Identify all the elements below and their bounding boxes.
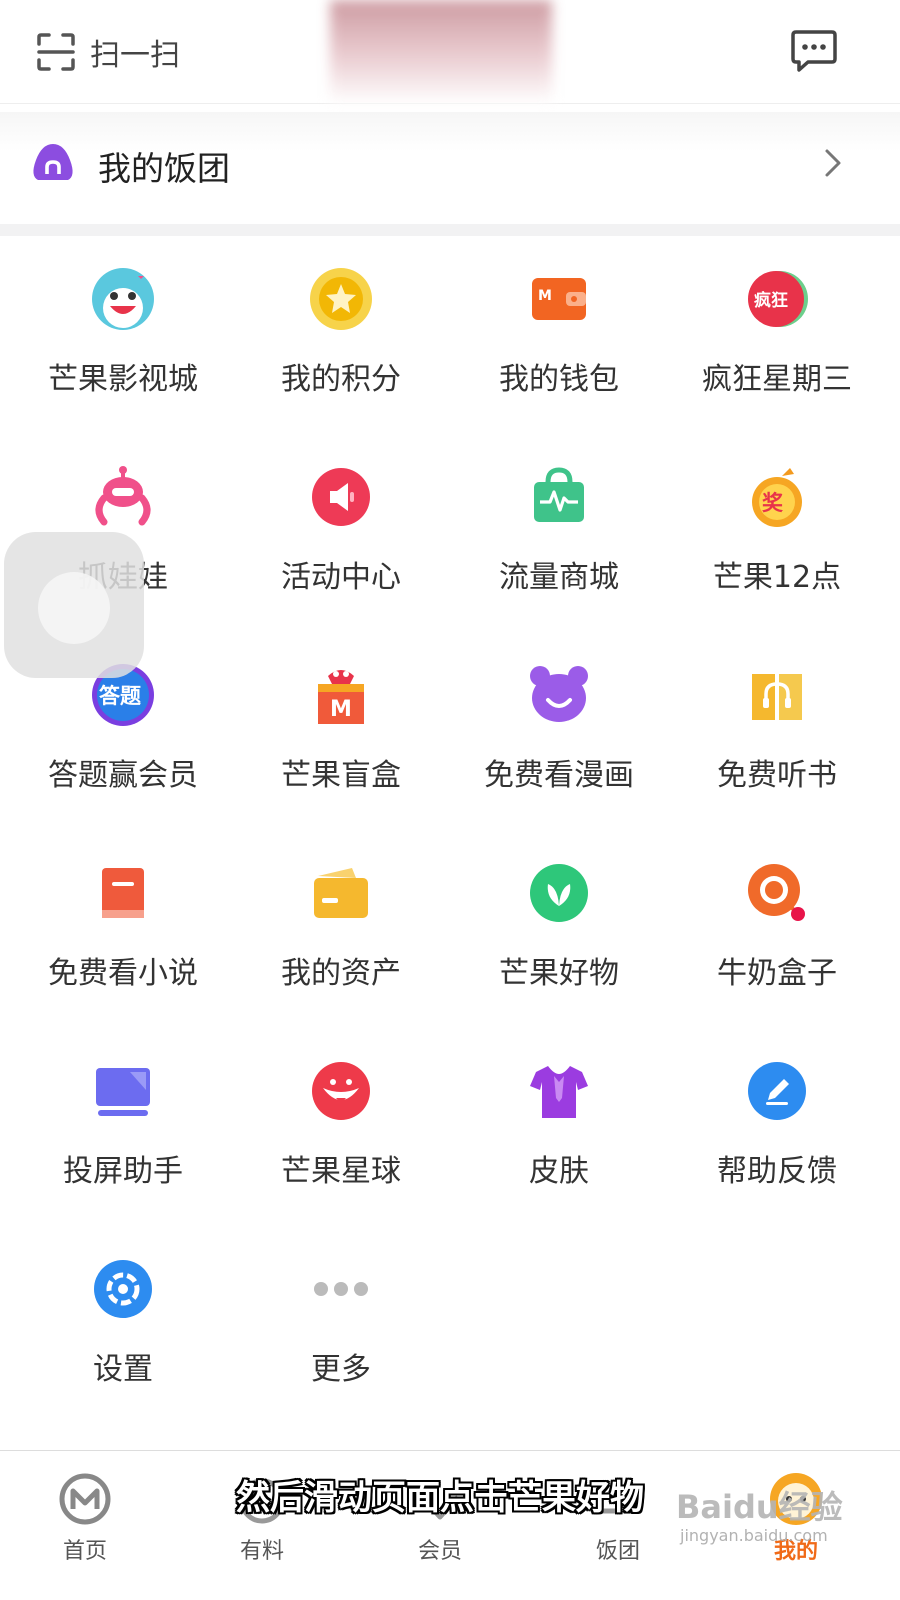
audiobook-icon [752, 674, 802, 720]
settings-gear-icon [94, 1260, 152, 1318]
rice-ball-icon [33, 144, 73, 180]
my-fantuan-row[interactable]: 我的饭团 [0, 112, 900, 224]
grid-item-label: 皮肤 [529, 1154, 589, 1189]
grid-item-blind-box[interactable]: M 芒果盲盒 [232, 640, 450, 838]
grid-item-label: 芒果好物 [499, 956, 619, 991]
grid-item-my-points[interactable]: 我的积分 [232, 244, 450, 442]
mango-planet-icon [312, 1062, 370, 1120]
tab-label: 首页 [62, 1539, 107, 1564]
grid-item-label: 帮助反馈 [717, 1154, 837, 1189]
grid-item-crazy-wednesday[interactable]: 疯狂 疯狂星期三 [668, 244, 886, 442]
tab-home[interactable]: 首页 [30, 1471, 140, 1565]
grid-item-label: 免费看漫画 [484, 758, 634, 793]
svg-text:M: M [538, 288, 552, 304]
home-m-icon [59, 1473, 111, 1525]
tab-label: 会员 [417, 1539, 462, 1564]
activity-center-icon [312, 468, 370, 526]
svg-text:疯狂: 疯狂 [754, 290, 788, 311]
grid-item-mango-planet[interactable]: 芒果星球 [232, 1036, 450, 1234]
data-store-icon [534, 467, 584, 522]
grid-item-milk-box[interactable]: 牛奶盒子 [668, 838, 886, 1036]
svg-text:答题: 答题 [99, 684, 142, 708]
points-star-icon [310, 268, 372, 330]
more-dots-icon [314, 1282, 368, 1296]
grid-item-label: 活动中心 [281, 560, 401, 595]
grid-item-label: 我的钱包 [499, 362, 619, 397]
mango-12-icon: 奖 [752, 468, 802, 527]
grid-item-label: 投屏助手 [63, 1154, 183, 1189]
grid-item-label: 我的积分 [281, 362, 401, 397]
tab-label: 有料 [239, 1539, 284, 1564]
grid-item-more[interactable]: 更多 [232, 1234, 450, 1432]
scan-button[interactable]: 扫一扫 [36, 30, 180, 74]
grid-item-mango-cinema[interactable]: 芒果影视城 [14, 244, 232, 442]
grid-item-help-feedback[interactable]: 帮助反馈 [668, 1036, 886, 1234]
grid-item-mango-goods[interactable]: 芒果好物 [450, 838, 668, 1036]
grid-item-label: 芒果盲盒 [281, 758, 401, 793]
grid-item-label: 芒果星球 [281, 1154, 401, 1189]
grid-item-label: 芒果12点 [712, 560, 842, 595]
assets-card-icon [314, 868, 368, 918]
grid-item-label: 答题赢会员 [48, 758, 198, 793]
skin-shirt-icon [530, 1066, 588, 1118]
grid-item-label: 芒果影视城 [48, 362, 198, 397]
claw-machine-icon [95, 466, 151, 526]
svg-text:奖: 奖 [762, 491, 784, 515]
grid-item-mango-12[interactable]: 奖 芒果12点 [668, 442, 886, 640]
grid-item-skin[interactable]: 皮肤 [450, 1036, 668, 1234]
grid-item-free-comics[interactable]: 免费看漫画 [450, 640, 668, 838]
message-button[interactable] [790, 28, 838, 78]
grid-item-label: 设置 [93, 1352, 153, 1387]
top-bar: 扫一扫 [0, 0, 900, 104]
mango-cinema-icon [92, 268, 154, 330]
blind-box-icon: M [318, 670, 364, 724]
novel-book-icon [102, 868, 144, 918]
watermark-logo: Baidu经验 [676, 1488, 843, 1526]
grid-item-screen-cast[interactable]: 投屏助手 [14, 1036, 232, 1234]
scan-icon [37, 33, 75, 71]
feature-grid: 芒果影视城 我的积分 M 我的钱包 疯狂 疯狂星期三 抓娃娃 活动中心 流量商城… [14, 244, 886, 1432]
message-icon [791, 30, 837, 72]
crazy-wednesday-icon: 疯狂 [748, 271, 808, 327]
grid-item-label: 牛奶盒子 [717, 956, 837, 991]
section-divider [0, 224, 900, 236]
grid-item-my-wallet[interactable]: M 我的钱包 [450, 244, 668, 442]
wallet-icon: M [532, 278, 586, 320]
watermark-url: jingyan.baidu.com [680, 1526, 828, 1545]
grid-item-my-assets[interactable]: 我的资产 [232, 838, 450, 1036]
screen-cast-icon [96, 1068, 150, 1116]
grid-item-free-audiobooks[interactable]: 免费听书 [668, 640, 886, 838]
video-caption: 然后滑动页面点击芒果好物 [236, 1478, 644, 1518]
grid-item-free-novels[interactable]: 免费看小说 [14, 838, 232, 1036]
grid-item-label: 我的资产 [281, 956, 401, 991]
mango-goods-icon [530, 864, 588, 922]
assistive-touch-button[interactable] [4, 532, 144, 678]
svg-text:M: M [330, 697, 352, 722]
my-fantuan-label: 我的饭团 [98, 149, 230, 188]
milk-box-icon [748, 864, 805, 921]
grid-item-label: 疯狂星期三 [702, 362, 852, 397]
comic-bear-icon [530, 666, 588, 722]
grid-item-label: 免费听书 [717, 758, 837, 793]
blurred-avatar-area [330, 0, 552, 104]
grid-item-label: 流量商城 [499, 560, 619, 595]
scan-label: 扫一扫 [90, 38, 180, 73]
chevron-right-icon [825, 149, 841, 177]
grid-item-activity-center[interactable]: 活动中心 [232, 442, 450, 640]
help-feedback-icon [748, 1062, 806, 1120]
grid-item-label: 更多 [311, 1352, 371, 1387]
tab-label: 饭团 [595, 1539, 640, 1564]
grid-item-settings[interactable]: 设置 [14, 1234, 232, 1432]
grid-item-data-store[interactable]: 流量商城 [450, 442, 668, 640]
grid-item-label: 免费看小说 [48, 956, 198, 991]
